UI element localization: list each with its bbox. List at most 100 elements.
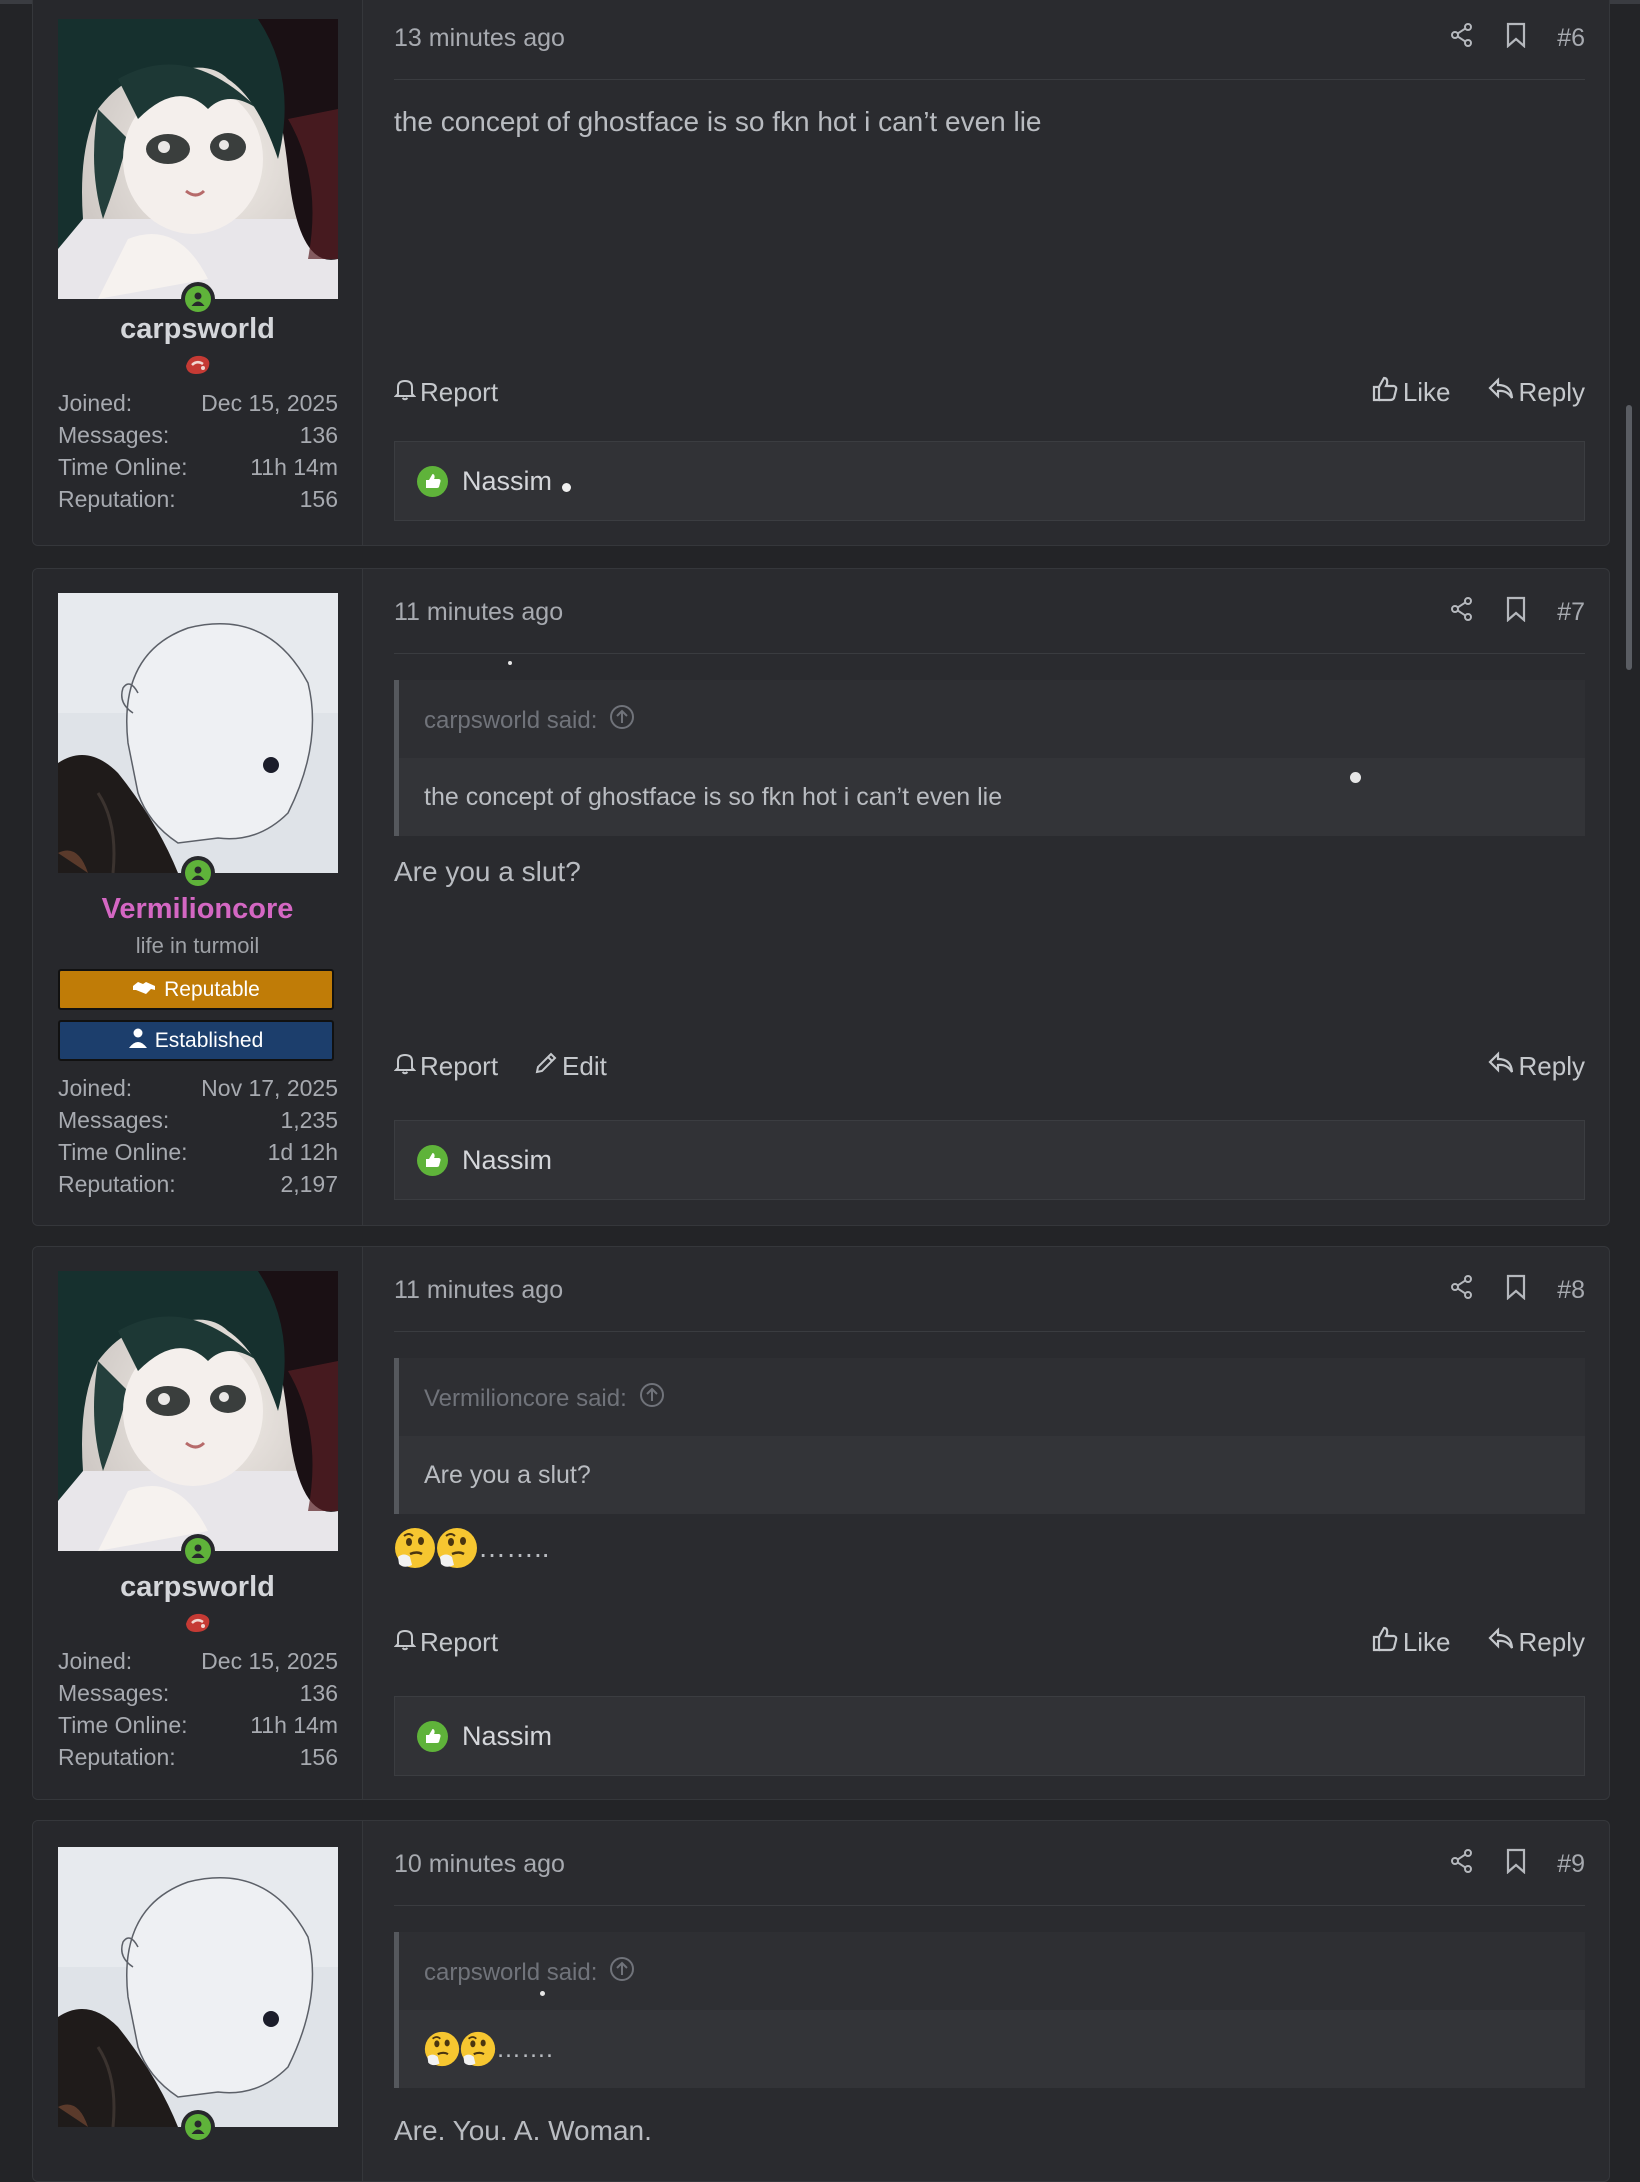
post-message: Are you a slut? — [394, 856, 581, 887]
report-button[interactable]: Report — [393, 376, 499, 408]
quote-text-label: ……. — [496, 2034, 553, 2063]
stat-label: Time Online: — [58, 454, 188, 480]
thumbs-up-icon — [1371, 375, 1399, 410]
reply-button[interactable]: Reply — [1487, 376, 1585, 409]
bookmark-icon[interactable] — [1505, 22, 1527, 55]
time-online-value: 11h 14m — [250, 454, 338, 480]
arrow-up-circle-icon[interactable] — [639, 1382, 665, 1415]
report-button[interactable]: Report — [393, 1627, 498, 1658]
share-icon[interactable] — [1449, 1848, 1475, 1881]
stat-label: Reputation: — [58, 1171, 176, 1197]
online-status-icon — [181, 1534, 215, 1568]
like-label: Like — [1402, 376, 1451, 407]
avatar[interactable] — [58, 19, 338, 299]
post-number[interactable]: #6 — [1557, 24, 1585, 53]
quote-author[interactable]: Vermilioncore said: — [424, 1382, 665, 1415]
post-number[interactable]: #8 — [1557, 1276, 1585, 1305]
liked-by-user[interactable]: Nassim — [462, 1145, 552, 1176]
user-sidebar: carpsworld Joined: Dec 15, 2025 Messages:… — [33, 0, 363, 545]
post-time[interactable]: 11 minutes ago — [394, 598, 563, 627]
reply-arrow-icon — [1487, 1626, 1515, 1659]
username[interactable]: carpsworld — [33, 1571, 362, 1604]
post-content: 13 minutes ago #6 the concept of ghostfa… — [393, 0, 1585, 545]
post: carpsworld Joined: Dec 15, 2025 Messages:… — [32, 1246, 1610, 1800]
likes-bar: Nassim — [394, 1696, 1585, 1776]
arrow-up-circle-icon[interactable] — [609, 704, 635, 737]
stat-label: Reputation: — [58, 1744, 176, 1770]
messages-value[interactable]: 136 — [300, 1677, 338, 1709]
divider — [394, 79, 1585, 80]
post: carpsworld Joined: Dec 15, 2025 Messages:… — [32, 0, 1610, 546]
reply-arrow-icon — [1487, 376, 1515, 409]
reputation-value: 156 — [299, 1744, 338, 1770]
report-label: Report — [420, 376, 499, 407]
bookmark-icon[interactable] — [1505, 1274, 1527, 1307]
handshake-icon — [132, 978, 156, 1002]
stat-label: Messages: — [58, 1107, 170, 1133]
stat-label: Time Online: — [58, 1139, 188, 1165]
reply-button[interactable]: Reply — [1487, 1626, 1585, 1659]
post-number[interactable]: #9 — [1557, 1850, 1585, 1879]
share-icon[interactable] — [1449, 596, 1475, 629]
quote-author[interactable]: carpsworld said: — [424, 704, 635, 737]
stat-label: Messages: — [58, 422, 170, 448]
time-online-value: 11h 14m — [250, 1712, 338, 1738]
post-message: the concept of ghostface is so fkn hot i… — [394, 106, 1042, 137]
quote-author[interactable]: carpsworld said: — [424, 1956, 635, 1989]
reply-button[interactable]: Reply — [1487, 1050, 1585, 1083]
quote-block: carpsworld said: ……. — [394, 1932, 1585, 2088]
divider — [394, 1905, 1585, 1906]
post-content: 11 minutes ago #8 Vermilioncore said: Ar… — [393, 1247, 1585, 1799]
username[interactable]: carpsworld — [33, 313, 362, 346]
quote-block: Vermilioncore said: Are you a slut? — [394, 1358, 1585, 1514]
banner-label: Reputable — [164, 977, 260, 1001]
quote-text: ……. — [399, 2010, 1585, 2088]
messages-value[interactable]: 136 — [300, 419, 338, 451]
like-button[interactable]: Like — [1371, 1625, 1451, 1660]
thumbs-up-icon — [417, 1720, 448, 1752]
liked-by-user[interactable]: Nassim — [462, 1721, 552, 1752]
scrollbar[interactable] — [1626, 405, 1632, 670]
stat-label: Time Online: — [58, 1712, 188, 1738]
reputation-value: 2,197 — [280, 1171, 338, 1197]
post-number[interactable]: #7 — [1557, 598, 1585, 627]
user-sidebar: carpsworld Joined: Dec 15, 2025 Messages:… — [33, 1247, 363, 1799]
post-message-text: …….. — [478, 1532, 550, 1563]
like-button[interactable]: Like — [1371, 375, 1451, 410]
post-message: Are. You. A. Woman. — [394, 2115, 652, 2146]
share-icon[interactable] — [1449, 22, 1475, 55]
stray-dot — [508, 661, 512, 665]
divider — [394, 1331, 1585, 1332]
post-content: 10 minutes ago #9 carpsworld said: ……. A… — [394, 1821, 1585, 2181]
thumbs-up-icon — [1371, 1625, 1399, 1660]
online-status-icon — [181, 2110, 215, 2144]
arrow-up-circle-icon[interactable] — [609, 1956, 635, 1989]
messages-value[interactable]: 1,235 — [280, 1104, 338, 1136]
avatar[interactable] — [58, 593, 338, 873]
share-icon[interactable] — [1449, 1274, 1475, 1307]
cursor-dot — [562, 482, 572, 492]
bookmark-icon[interactable] — [1505, 596, 1527, 629]
edit-label: Edit — [562, 1050, 607, 1081]
report-button[interactable]: Report — [393, 1050, 499, 1082]
avatar[interactable] — [58, 1847, 338, 2127]
bell-icon — [393, 1051, 417, 1082]
username[interactable]: Vermilioncore — [33, 893, 362, 926]
thinking-emoji — [394, 1527, 436, 1569]
report-label: Report — [420, 1050, 499, 1081]
stat-label: Joined: — [58, 1648, 133, 1674]
bell-icon — [393, 1627, 417, 1658]
bookmark-icon[interactable] — [1505, 1848, 1527, 1881]
avatar[interactable] — [58, 1271, 338, 1551]
online-status-icon — [181, 856, 215, 890]
edit-button[interactable]: Edit — [534, 1051, 607, 1082]
liked-by-user[interactable]: Nassim — [462, 466, 552, 497]
post-time[interactable]: 13 minutes ago — [394, 24, 565, 53]
pencil-icon — [534, 1051, 558, 1082]
post-time[interactable]: 11 minutes ago — [394, 1276, 563, 1305]
cursor-dot — [1350, 772, 1361, 783]
post-time[interactable]: 10 minutes ago — [394, 1850, 565, 1879]
banner-label: Established — [154, 1028, 264, 1052]
stat-label: Joined: — [58, 1075, 133, 1101]
user-sidebar — [33, 1821, 363, 2181]
